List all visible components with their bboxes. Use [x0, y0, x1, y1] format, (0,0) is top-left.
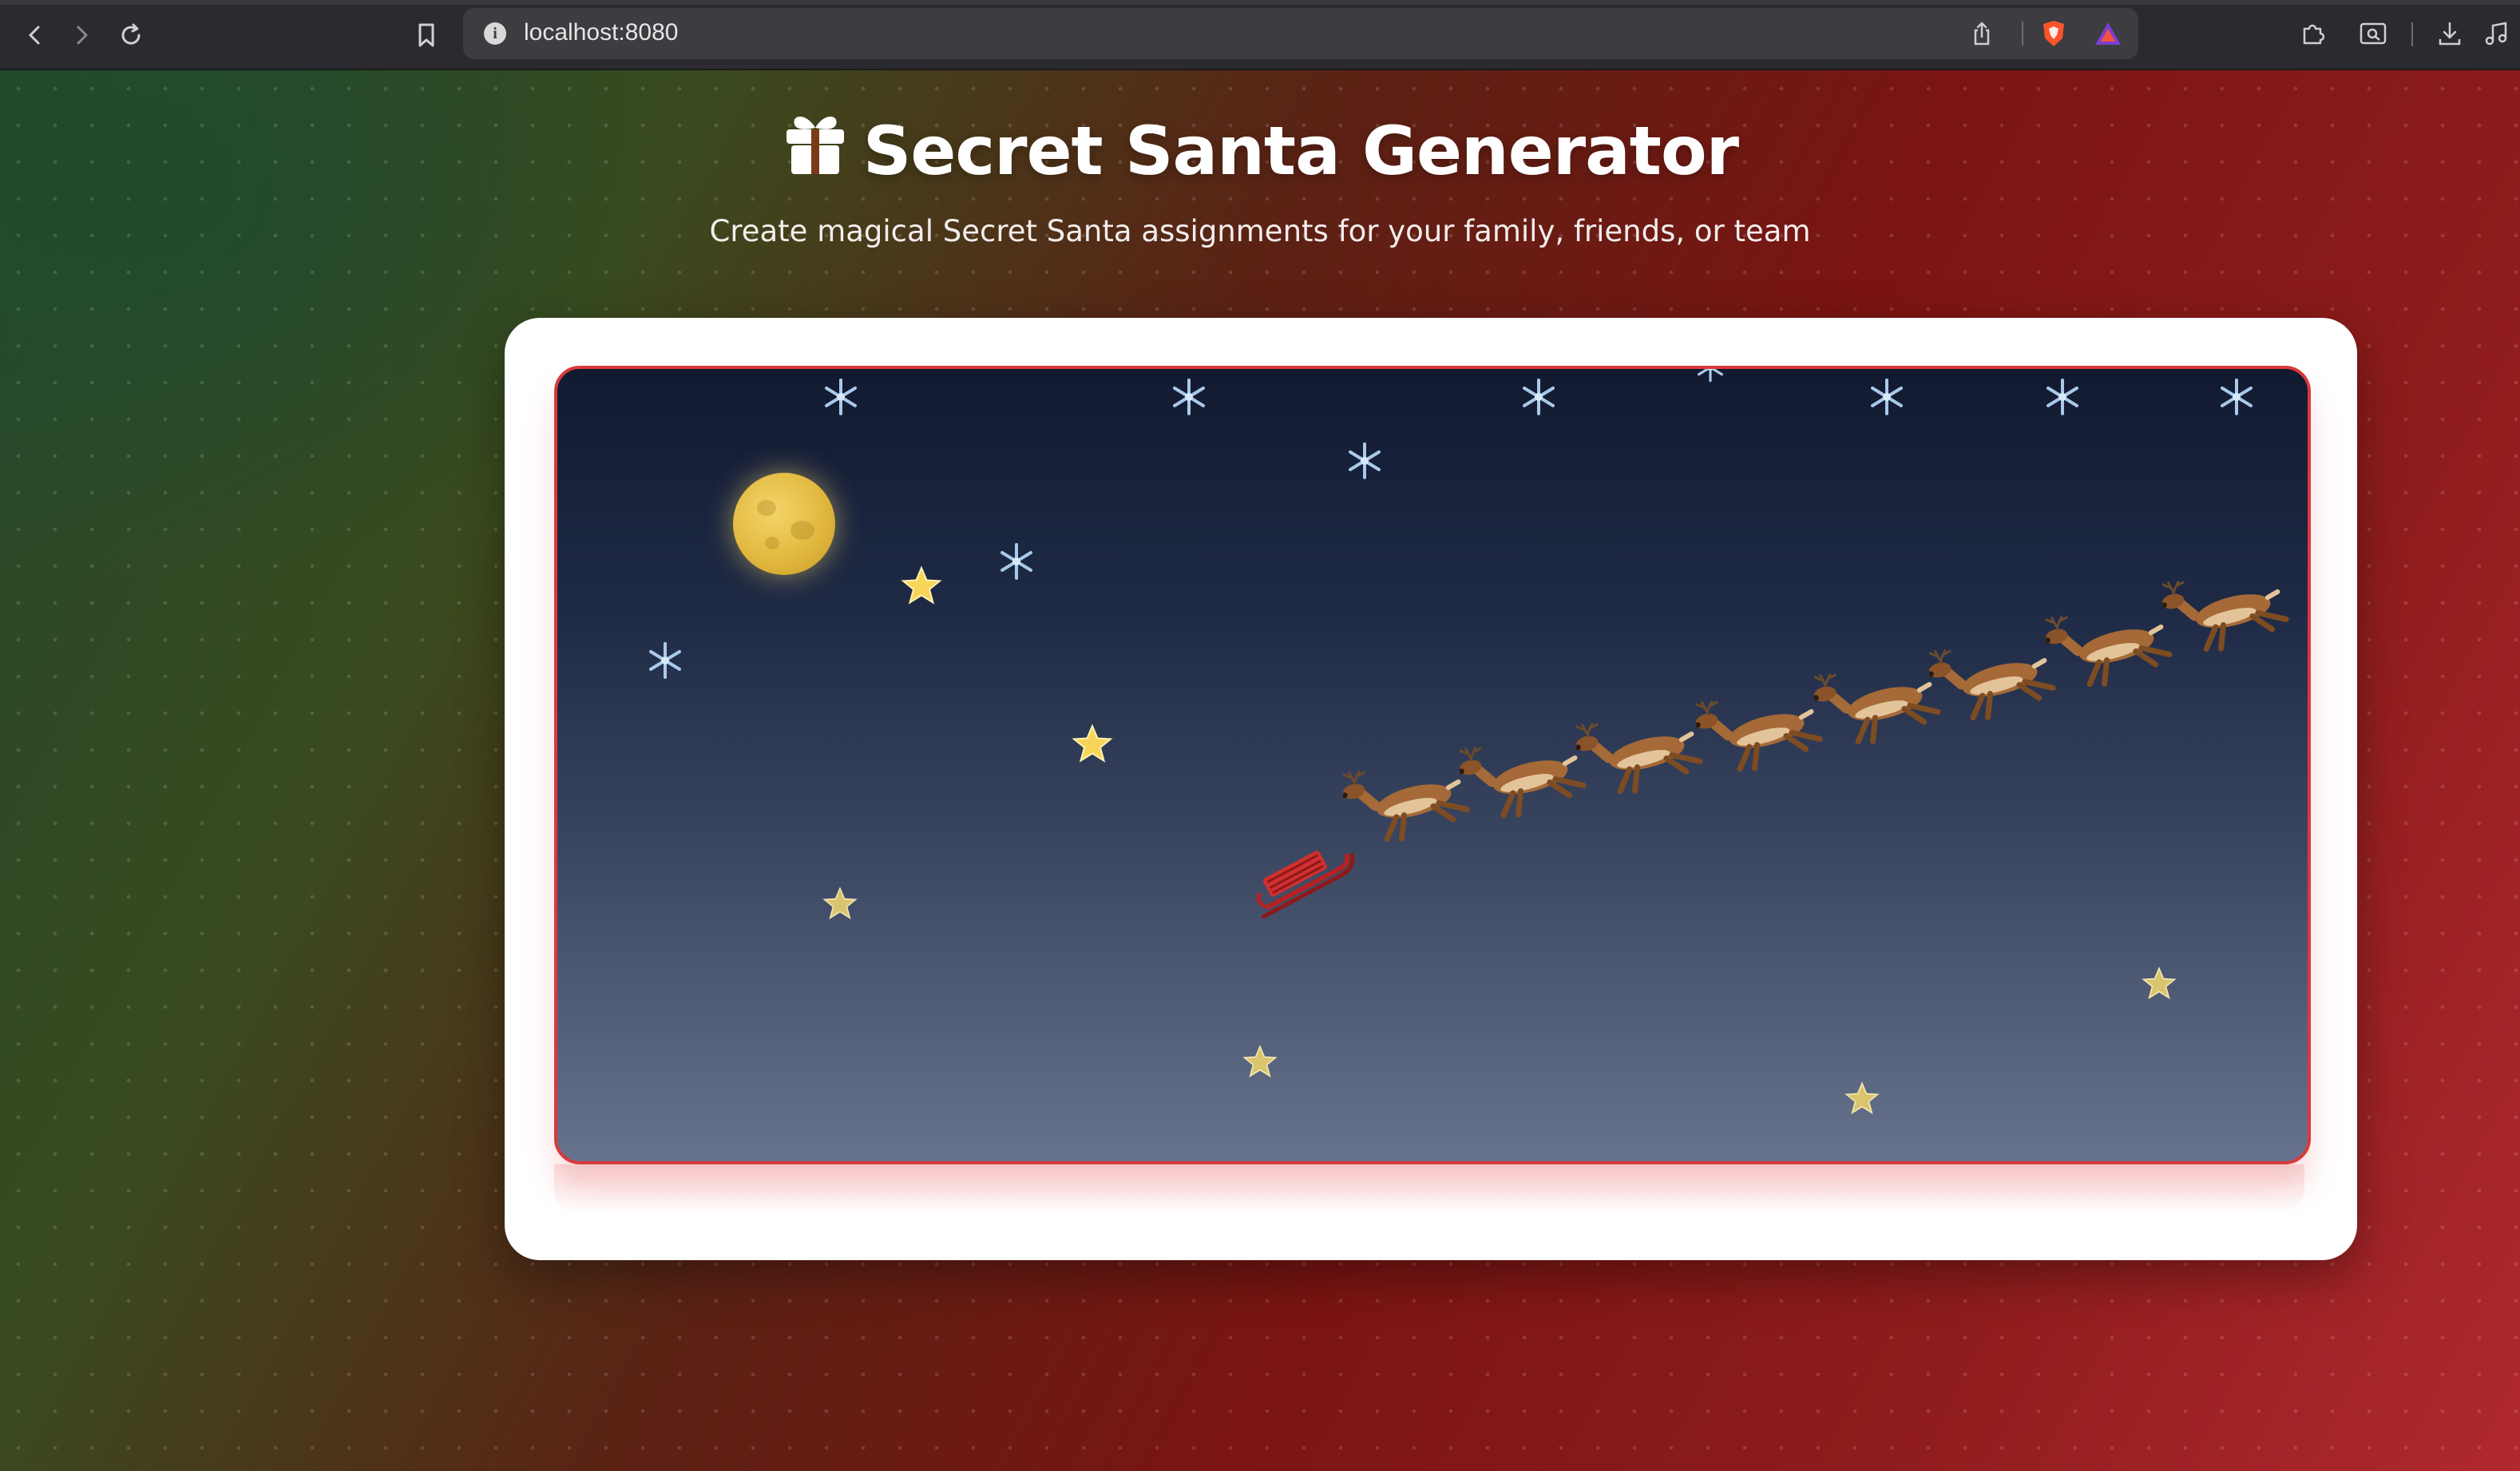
star-icon	[1242, 1045, 1278, 1078]
star-icon	[901, 565, 942, 605]
main-card	[505, 318, 2357, 1260]
brave-shields-icon[interactable]	[2038, 18, 2070, 50]
info-icon[interactable]: i	[484, 22, 506, 45]
url-text[interactable]: localhost:8080	[524, 19, 678, 46]
moon-crater	[765, 537, 779, 549]
media-icon[interactable]	[2480, 18, 2512, 50]
snowflake-icon	[2047, 379, 2078, 415]
page-subtitle: Create magical Secret Santa assignments …	[709, 214, 1811, 248]
sleigh-icon	[1256, 850, 1355, 919]
toolbar-separator	[2411, 22, 2413, 46]
star-icon	[2142, 966, 2177, 1000]
moon-crater	[790, 521, 814, 540]
forward-icon[interactable]	[62, 16, 101, 54]
page-background: Secret Santa Generator Create magical Se…	[0, 70, 2520, 1471]
share-icon[interactable]	[1966, 18, 1998, 50]
bookmark-icon[interactable]	[407, 16, 446, 54]
snowflake-icon	[1523, 379, 1555, 415]
reindeer-icon	[2162, 581, 2289, 652]
snowflake-icon	[1871, 379, 1903, 415]
download-icon[interactable]	[2434, 18, 2466, 50]
reindeer-icon	[1343, 771, 1470, 843]
snowflake-icon	[1000, 543, 1032, 580]
title-text: Secret Santa Generator	[862, 112, 1739, 190]
scene-glow	[554, 1164, 2304, 1212]
star-icon	[1072, 724, 1113, 763]
snowflake-icon	[649, 642, 681, 679]
snowflake-icon	[2221, 379, 2253, 415]
star-icon	[1844, 1081, 1880, 1115]
reindeer-icon	[1696, 700, 1823, 772]
brave-rewards-icon[interactable]	[2092, 18, 2124, 50]
reload-icon[interactable]	[112, 16, 150, 54]
snowflake-icon	[1698, 369, 1723, 383]
star-icon	[822, 886, 858, 920]
extensions-icon[interactable]	[2296, 18, 2328, 50]
snowflake-icon	[1173, 379, 1205, 415]
tab-strip-edge	[0, 0, 2520, 5]
animated-scene	[554, 366, 2311, 1164]
reader-icon[interactable]	[2357, 18, 2389, 50]
moon-crater	[757, 500, 776, 516]
reindeer-icon	[2046, 616, 2173, 688]
snowflake-icon	[1349, 442, 1381, 479]
address-bar[interactable]: i localhost:8080	[463, 8, 2138, 59]
toolbar-separator	[2022, 22, 2023, 46]
reindeer-icon	[1576, 723, 1703, 795]
reindeer-icon	[1929, 649, 2056, 721]
gift-icon	[782, 110, 849, 192]
reindeer-icon	[1460, 747, 1587, 819]
page-title: Secret Santa Generator	[782, 110, 1739, 192]
back-icon[interactable]	[16, 16, 54, 54]
moon	[733, 473, 835, 575]
snowflake-icon	[825, 379, 857, 415]
header: Secret Santa Generator	[0, 110, 2520, 192]
browser-toolbar: i localhost:8080	[0, 0, 2520, 70]
